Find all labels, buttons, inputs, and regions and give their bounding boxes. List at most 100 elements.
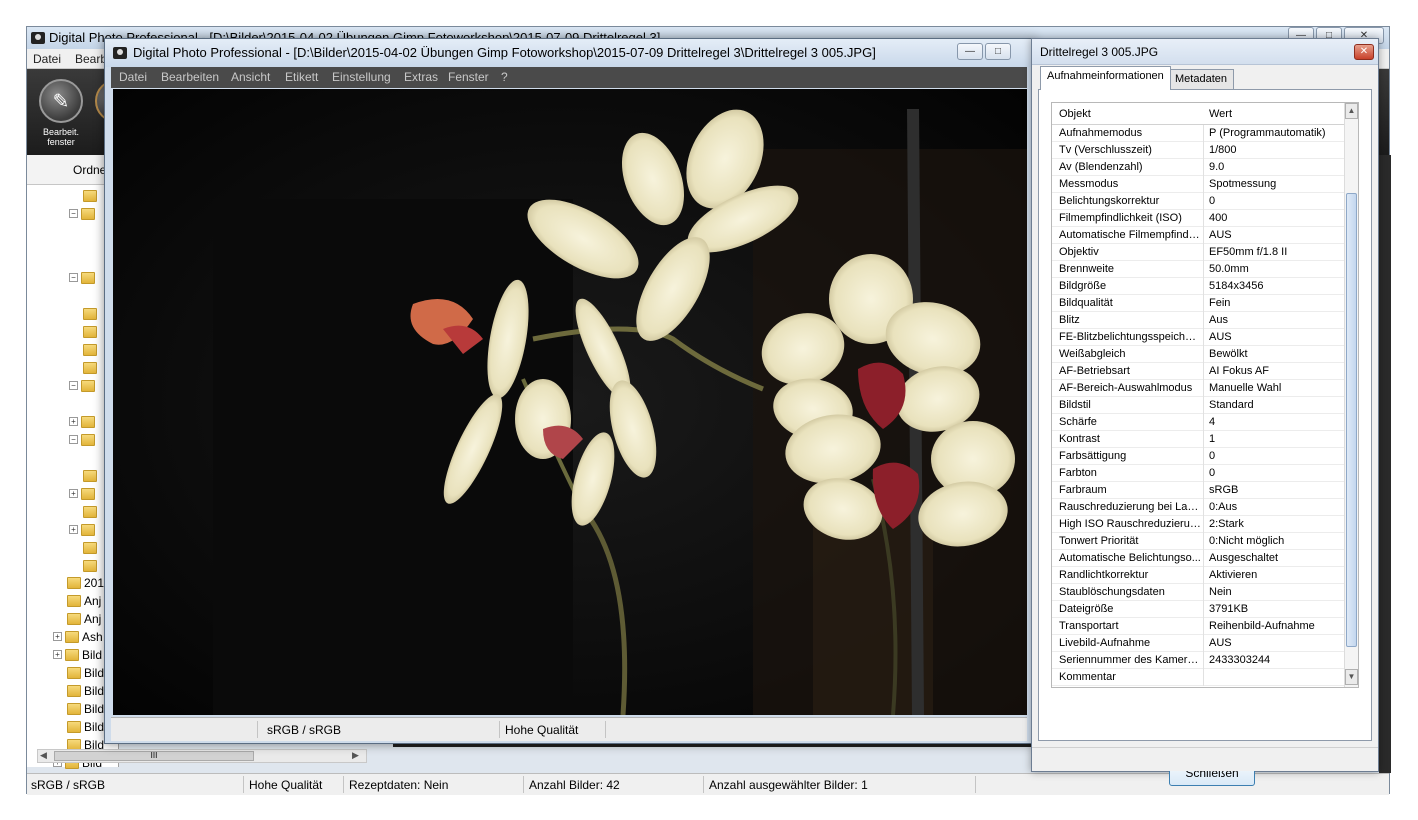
expand-icon[interactable]: + — [69, 417, 78, 426]
dialog-close-icon[interactable]: ✕ — [1354, 44, 1374, 60]
table-row[interactable]: Automatische Filmempfindli... AUS — [1052, 227, 1344, 244]
tree-folder[interactable]: + — [69, 521, 98, 538]
table-row[interactable]: Schärfe 4 — [1052, 414, 1344, 431]
expand-icon[interactable]: + — [69, 525, 78, 534]
tree-folder[interactable] — [83, 187, 100, 204]
tree-horizontal-scrollbar[interactable]: ◀ III ▶ — [37, 749, 367, 763]
table-row[interactable]: Filmempfindlichkeit (ISO) 400 — [1052, 210, 1344, 227]
menu-ansicht[interactable]: Ansicht — [231, 70, 270, 84]
table-row[interactable]: AF-Bereich-Auswahlmodus Manuelle Wahl — [1052, 380, 1344, 397]
tree-folder[interactable]: − — [69, 431, 98, 448]
scrollbar-thumb[interactable] — [1346, 193, 1357, 647]
table-row[interactable]: Farbton 0 — [1052, 465, 1344, 482]
tree-folder[interactable]: Bild — [67, 664, 104, 681]
tab-aufnahmeinformationen[interactable]: Aufnahmeinformationen — [1040, 66, 1171, 90]
menu-etikett[interactable]: Etikett — [285, 70, 318, 84]
orchid-photo[interactable] — [113, 89, 1027, 715]
table-row[interactable]: Aufnahmemodus P (Programmautomatik) — [1052, 125, 1344, 142]
table-row[interactable]: Farbraum sRGB — [1052, 482, 1344, 499]
menu-fenster[interactable]: Fenster — [448, 70, 489, 84]
info-table-header: Objekt Wert — [1052, 103, 1344, 125]
scroll-right-icon[interactable]: ▶ — [352, 750, 359, 761]
tree-folder[interactable]: 201 — [67, 574, 104, 591]
table-row[interactable]: Bildstil Standard — [1052, 397, 1344, 414]
collapse-icon[interactable]: − — [69, 273, 78, 282]
tree-folder[interactable]: − — [69, 377, 98, 394]
tree-folder[interactable]: − — [69, 269, 98, 286]
expand-icon[interactable]: + — [69, 489, 78, 498]
tree-folder[interactable]: Bild — [67, 718, 104, 735]
table-row[interactable]: Tv (Verschlusszeit) 1/800 — [1052, 142, 1344, 159]
tree-folder[interactable]: Anj — [67, 610, 101, 627]
tree-folder[interactable]: Bild — [67, 682, 104, 699]
table-row[interactable]: Seriennummer des Kamera... 2433303244 — [1052, 652, 1344, 669]
menu-datei[interactable]: Datei — [33, 52, 61, 66]
column-objekt[interactable]: Objekt — [1059, 108, 1091, 120]
table-row[interactable]: Randlichtkorrektur Aktivieren — [1052, 567, 1344, 584]
scrollbar-thumb[interactable]: III — [54, 751, 254, 761]
table-row[interactable]: Farbsättigung 0 — [1052, 448, 1344, 465]
tree-folder[interactable]: Anj — [67, 592, 101, 609]
expand-icon[interactable]: + — [53, 632, 62, 641]
table-row[interactable]: Belichtungskorrektur 0 — [1052, 193, 1344, 210]
tree-folder[interactable] — [83, 305, 100, 322]
image-title-bar[interactable]: Digital Photo Professional - [D:\Bilder\… — [105, 39, 1033, 67]
table-row[interactable]: Kontrast 1 — [1052, 431, 1344, 448]
scroll-up-icon[interactable]: ▲ — [1345, 103, 1358, 119]
row-value: 3791KB — [1209, 603, 1249, 615]
tree-folder[interactable]: + Bild — [53, 646, 102, 663]
scroll-left-icon[interactable]: ◀ — [40, 750, 47, 761]
menu-einstellung[interactable]: Einstellung — [332, 70, 391, 84]
table-row[interactable]: High ISO Rauschreduzierung 2:Stark — [1052, 516, 1344, 533]
menu-bearbeiten[interactable]: Bearbeiten — [161, 70, 219, 84]
tree-folder[interactable] — [83, 359, 100, 376]
table-row[interactable]: Bildqualität Fein — [1052, 295, 1344, 312]
image-maximize-button[interactable]: □ — [985, 43, 1011, 60]
menu-extras[interactable]: Extras — [404, 70, 438, 84]
table-row[interactable]: Transportart Reihenbild-Aufnahme — [1052, 618, 1344, 635]
table-row[interactable]: AF-Betriebsart AI Fokus AF — [1052, 363, 1344, 380]
table-row[interactable]: FE-Blitzbelichtungsspeicher... AUS — [1052, 329, 1344, 346]
tree-folder[interactable]: + Ash — [53, 628, 103, 645]
tree-folder[interactable] — [83, 341, 100, 358]
table-row[interactable]: Objektiv EF50mm f/1.8 II — [1052, 244, 1344, 261]
table-row[interactable]: Dateigröße 3791KB — [1052, 601, 1344, 618]
menu-bearbeiten[interactable]: Bearb — [75, 52, 107, 66]
tab-metadaten[interactable]: Metadaten — [1168, 69, 1234, 89]
dialog-title-bar[interactable]: Drittelregel 3 005.JPG ✕ — [1032, 39, 1378, 65]
table-row[interactable]: Bildgröße 5184x3456 — [1052, 278, 1344, 295]
table-row[interactable]: Weißabgleich Bewölkt — [1052, 346, 1344, 363]
tree-folder[interactable]: − — [69, 205, 98, 222]
tree-folder[interactable] — [83, 467, 100, 484]
menu-datei[interactable]: Datei — [119, 70, 147, 84]
table-row[interactable]: Brennweite 50.0mm — [1052, 261, 1344, 278]
table-row[interactable]: Tonwert Priorität 0:Nicht möglich — [1052, 533, 1344, 550]
image-minimize-button[interactable]: — — [957, 43, 983, 60]
table-row[interactable]: Automatische Belichtungso... Ausgeschalte… — [1052, 550, 1344, 567]
menu-help[interactable]: ? — [501, 70, 508, 84]
table-row[interactable]: Rauschreduzierung bei Lan... 0:Aus — [1052, 499, 1344, 516]
scroll-down-icon[interactable]: ▼ — [1345, 669, 1358, 685]
tree-folder[interactable] — [83, 503, 100, 520]
table-row[interactable]: Blitz Aus — [1052, 312, 1344, 329]
tree-folder[interactable] — [83, 323, 100, 340]
table-row[interactable]: Av (Blendenzahl) 9.0 — [1052, 159, 1344, 176]
table-row[interactable]: Messmodus Spotmessung — [1052, 176, 1344, 193]
row-value: Reihenbild-Aufnahme — [1209, 620, 1315, 632]
expand-icon[interactable]: + — [53, 650, 62, 659]
tree-folder[interactable]: Bild — [67, 700, 104, 717]
table-row[interactable]: Staublöschungsdaten Nein — [1052, 584, 1344, 601]
tree-folder[interactable] — [83, 557, 100, 574]
collapse-icon[interactable]: − — [69, 381, 78, 390]
table-row[interactable]: Kommentar — [1052, 669, 1344, 686]
info-vertical-scrollbar[interactable]: ▲ ▼ — [1344, 103, 1358, 687]
tree-folder[interactable]: + — [69, 485, 98, 502]
tree-folder[interactable] — [83, 539, 100, 556]
row-key: AF-Bereich-Auswahlmodus — [1059, 382, 1193, 394]
collapse-icon[interactable]: − — [69, 209, 78, 218]
tree-folder[interactable]: + — [69, 413, 98, 430]
edit-window-button[interactable]: ✎ — [39, 79, 83, 123]
table-row[interactable]: Livebild-Aufnahme AUS — [1052, 635, 1344, 652]
collapse-icon[interactable]: − — [69, 435, 78, 444]
column-wert[interactable]: Wert — [1209, 108, 1232, 120]
